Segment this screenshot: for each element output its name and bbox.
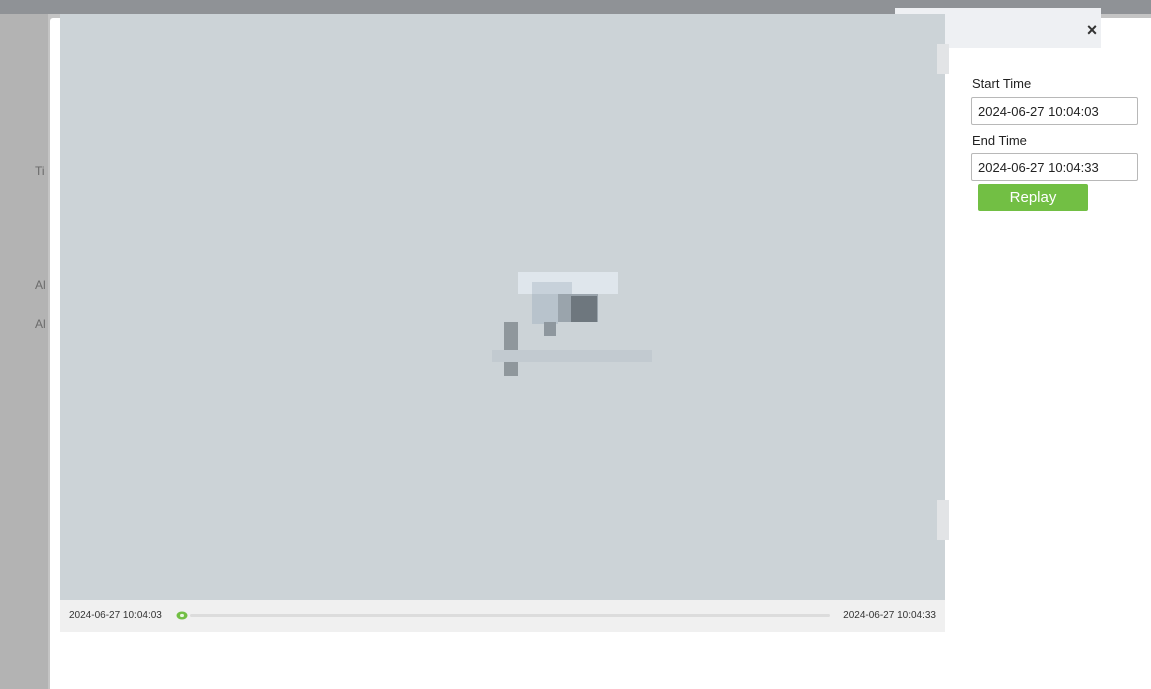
start-time-input[interactable] <box>971 97 1138 125</box>
end-time-input[interactable] <box>971 153 1138 181</box>
playhead-icon[interactable] <box>176 611 188 620</box>
side-tab <box>937 44 949 74</box>
side-tab <box>937 500 949 540</box>
close-button[interactable]: × <box>1084 20 1100 40</box>
timeline-start-time: 2024-06-27 10:04:03 <box>69 610 162 621</box>
background-label: Al <box>35 317 46 331</box>
start-time-label: Start Time <box>972 76 1032 91</box>
video-player[interactable] <box>60 14 945 600</box>
timeline-track[interactable] <box>190 614 830 617</box>
end-time-label: End Time <box>972 133 1027 148</box>
background-label: Ti <box>35 164 45 178</box>
playback-timeline: 2024-06-27 10:04:03 2024-06-27 10:04:33 <box>60 600 945 632</box>
background-sidebar <box>0 14 48 689</box>
camera-icon <box>492 272 652 376</box>
background-label: Al <box>35 278 46 292</box>
timeline-end-time: 2024-06-27 10:04:33 <box>843 610 936 621</box>
replay-button[interactable]: Replay <box>978 184 1088 211</box>
